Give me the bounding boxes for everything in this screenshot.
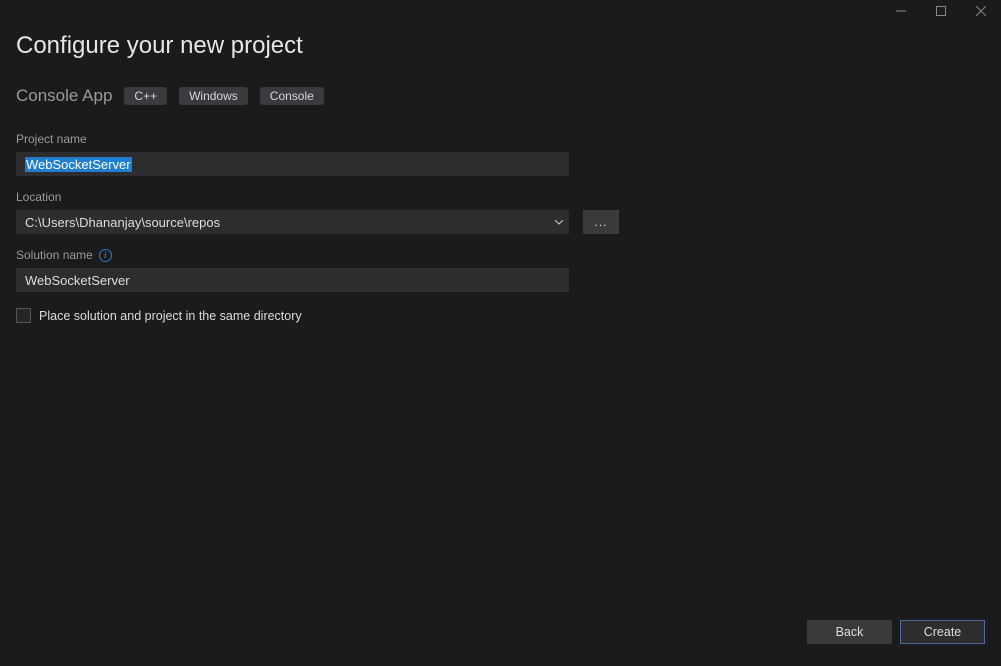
info-icon[interactable]: i — [99, 249, 112, 262]
template-name: Console App — [16, 86, 112, 106]
close-button[interactable] — [961, 0, 1001, 22]
maximize-icon — [936, 6, 946, 16]
window-titlebar — [0, 0, 1001, 22]
browse-button[interactable]: ... — [583, 210, 619, 234]
solution-name-label: Solution name — [16, 248, 93, 262]
tag-project-type: Console — [260, 87, 324, 105]
close-icon — [976, 6, 986, 16]
solution-name-input[interactable] — [16, 268, 569, 292]
minimize-icon — [896, 6, 906, 16]
minimize-button[interactable] — [881, 0, 921, 22]
back-button[interactable]: Back — [807, 620, 892, 644]
tag-language: C++ — [124, 87, 167, 105]
maximize-button[interactable] — [921, 0, 961, 22]
same-directory-checkbox[interactable] — [16, 308, 31, 323]
page-title: Configure your new project — [16, 32, 985, 60]
location-input[interactable] — [16, 210, 569, 234]
create-button[interactable]: Create — [900, 620, 985, 644]
location-label: Location — [16, 190, 985, 204]
project-name-value: WebSocketServer — [25, 157, 132, 172]
tag-platform: Windows — [179, 87, 248, 105]
project-name-label: Project name — [16, 132, 985, 146]
same-directory-label: Place solution and project in the same d… — [39, 309, 302, 323]
project-name-input[interactable]: WebSocketServer — [16, 152, 569, 176]
